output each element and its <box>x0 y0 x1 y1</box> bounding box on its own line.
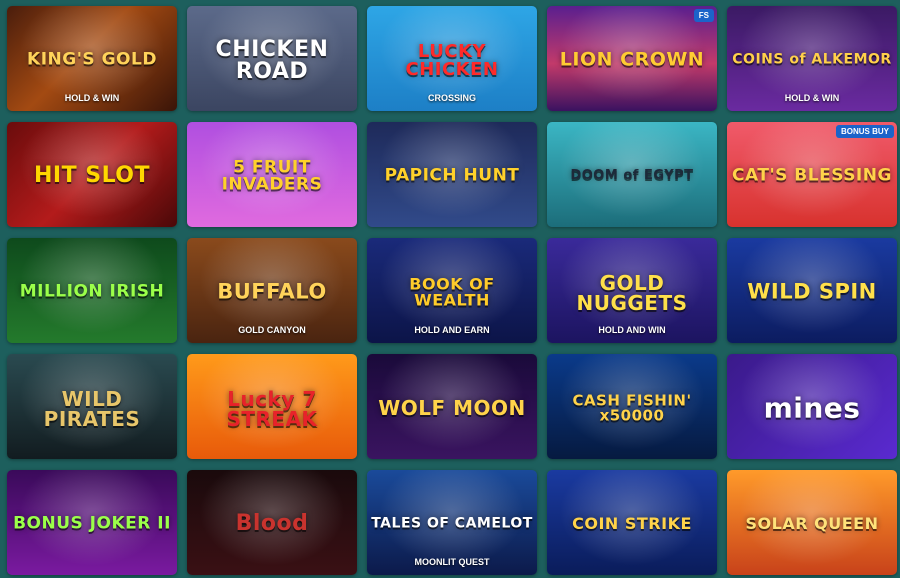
game-subtitle: CROSSING <box>427 93 476 103</box>
game-tile-wolf-moon[interactable]: WOLF MOON <box>367 354 537 459</box>
game-tile-coins-of-alkemor[interactable]: COINS of ALKEMOR HOLD & WIN <box>727 6 897 111</box>
game-tile-cash-fishin[interactable]: CASH FISHIN' x50000 <box>547 354 717 459</box>
game-tile-solar-queen[interactable]: SOLAR QUEEN <box>727 470 897 575</box>
game-badge: FS <box>693 9 714 22</box>
game-title: WOLF MOON <box>378 395 526 420</box>
game-tile-5-fruit-invaders[interactable]: 5 FRUIT INVADERS <box>187 122 357 227</box>
game-title: CAT'S BLESSING <box>732 164 892 185</box>
game-subtitle: HOLD AND EARN <box>414 325 490 335</box>
game-subtitle: HOLD & WIN <box>64 93 120 103</box>
game-title: KING'S GOLD <box>27 48 157 69</box>
game-tile-blood[interactable]: Blood <box>187 470 357 575</box>
game-title: BONUS JOKER II <box>13 512 171 533</box>
game-tile-papich-hunt[interactable]: PAPICH HUNT <box>367 122 537 227</box>
game-title: BOOK OF WEALTH <box>409 274 495 310</box>
game-title: DOOM of EGYPT <box>570 167 694 183</box>
game-title: LUCKY CHICKEN <box>405 40 499 80</box>
game-tile-wild-spin[interactable]: WILD SPIN <box>727 238 897 343</box>
game-tile-chicken-road[interactable]: CHICKEN ROAD <box>187 6 357 111</box>
game-title: WILD SPIN <box>747 279 877 304</box>
game-tile-buffalo-gold-canyon[interactable]: BUFFALO GOLD CANYON <box>187 238 357 343</box>
game-tile-wild-pirates[interactable]: WILD PIRATES <box>7 354 177 459</box>
game-tile-coin-strike[interactable]: COIN STRIKE <box>547 470 717 575</box>
game-tile-book-of-wealth[interactable]: BOOK OF WEALTH HOLD AND EARN <box>367 238 537 343</box>
game-tile-kings-gold[interactable]: KING'S GOLD HOLD & WIN <box>7 6 177 111</box>
game-title: PAPICH HUNT <box>384 164 520 185</box>
game-title: CASH FISHIN' x50000 <box>572 391 692 424</box>
game-title: LION CROWN <box>559 47 705 70</box>
game-title: HIT SLOT <box>33 162 151 188</box>
game-subtitle: HOLD & WIN <box>784 93 840 103</box>
game-tile-hit-slot[interactable]: HIT SLOT <box>7 122 177 227</box>
game-tile-mines[interactable]: mines <box>727 354 897 459</box>
game-tile-lion-crown[interactable]: LION CROWN FS <box>547 6 717 111</box>
game-title: TALES OF CAMELOT <box>371 515 533 532</box>
game-subtitle: HOLD AND WIN <box>598 325 666 335</box>
game-title: GOLD NUGGETS <box>576 270 688 315</box>
game-title: WILD PIRATES <box>43 386 141 431</box>
game-tile-tales-of-camelot[interactable]: TALES OF CAMELOT MOONLIT QUEST <box>367 470 537 575</box>
game-title: 5 FRUIT INVADERS <box>221 157 323 195</box>
game-title: mines <box>763 390 861 424</box>
game-title: Lucky 7 STREAK <box>226 386 318 431</box>
game-subtitle: MOONLIT QUEST <box>414 557 490 567</box>
game-tile-gold-nuggets[interactable]: GOLD NUGGETS HOLD AND WIN <box>547 238 717 343</box>
game-tile-cats-blessing[interactable]: CAT'S BLESSING BONUS BUY <box>727 122 897 227</box>
game-tile-lucky-7-streak[interactable]: Lucky 7 STREAK <box>187 354 357 459</box>
game-title: MILLION IRISH <box>19 280 165 301</box>
game-title: CHICKEN ROAD <box>215 36 329 84</box>
game-subtitle: GOLD CANYON <box>238 325 306 335</box>
game-tile-million-irish[interactable]: MILLION IRISH <box>7 238 177 343</box>
game-tile-doom-of-egypt[interactable]: DOOM of EGYPT <box>547 122 717 227</box>
game-tile-bonus-joker-ii[interactable]: BONUS JOKER II <box>7 470 177 575</box>
game-title: COIN STRIKE <box>572 513 692 533</box>
game-tile-lucky-chicken-crossing[interactable]: LUCKY CHICKEN CROSSING <box>367 6 537 111</box>
game-badge: BONUS BUY <box>835 125 894 138</box>
game-title: SOLAR QUEEN <box>745 513 879 533</box>
game-title: Blood <box>235 510 309 536</box>
game-grid: KING'S GOLD HOLD & WIN CHICKEN ROAD LUCKY C… <box>0 0 900 578</box>
game-title: COINS of ALKEMOR <box>732 51 892 68</box>
game-title: BUFFALO <box>217 279 327 304</box>
